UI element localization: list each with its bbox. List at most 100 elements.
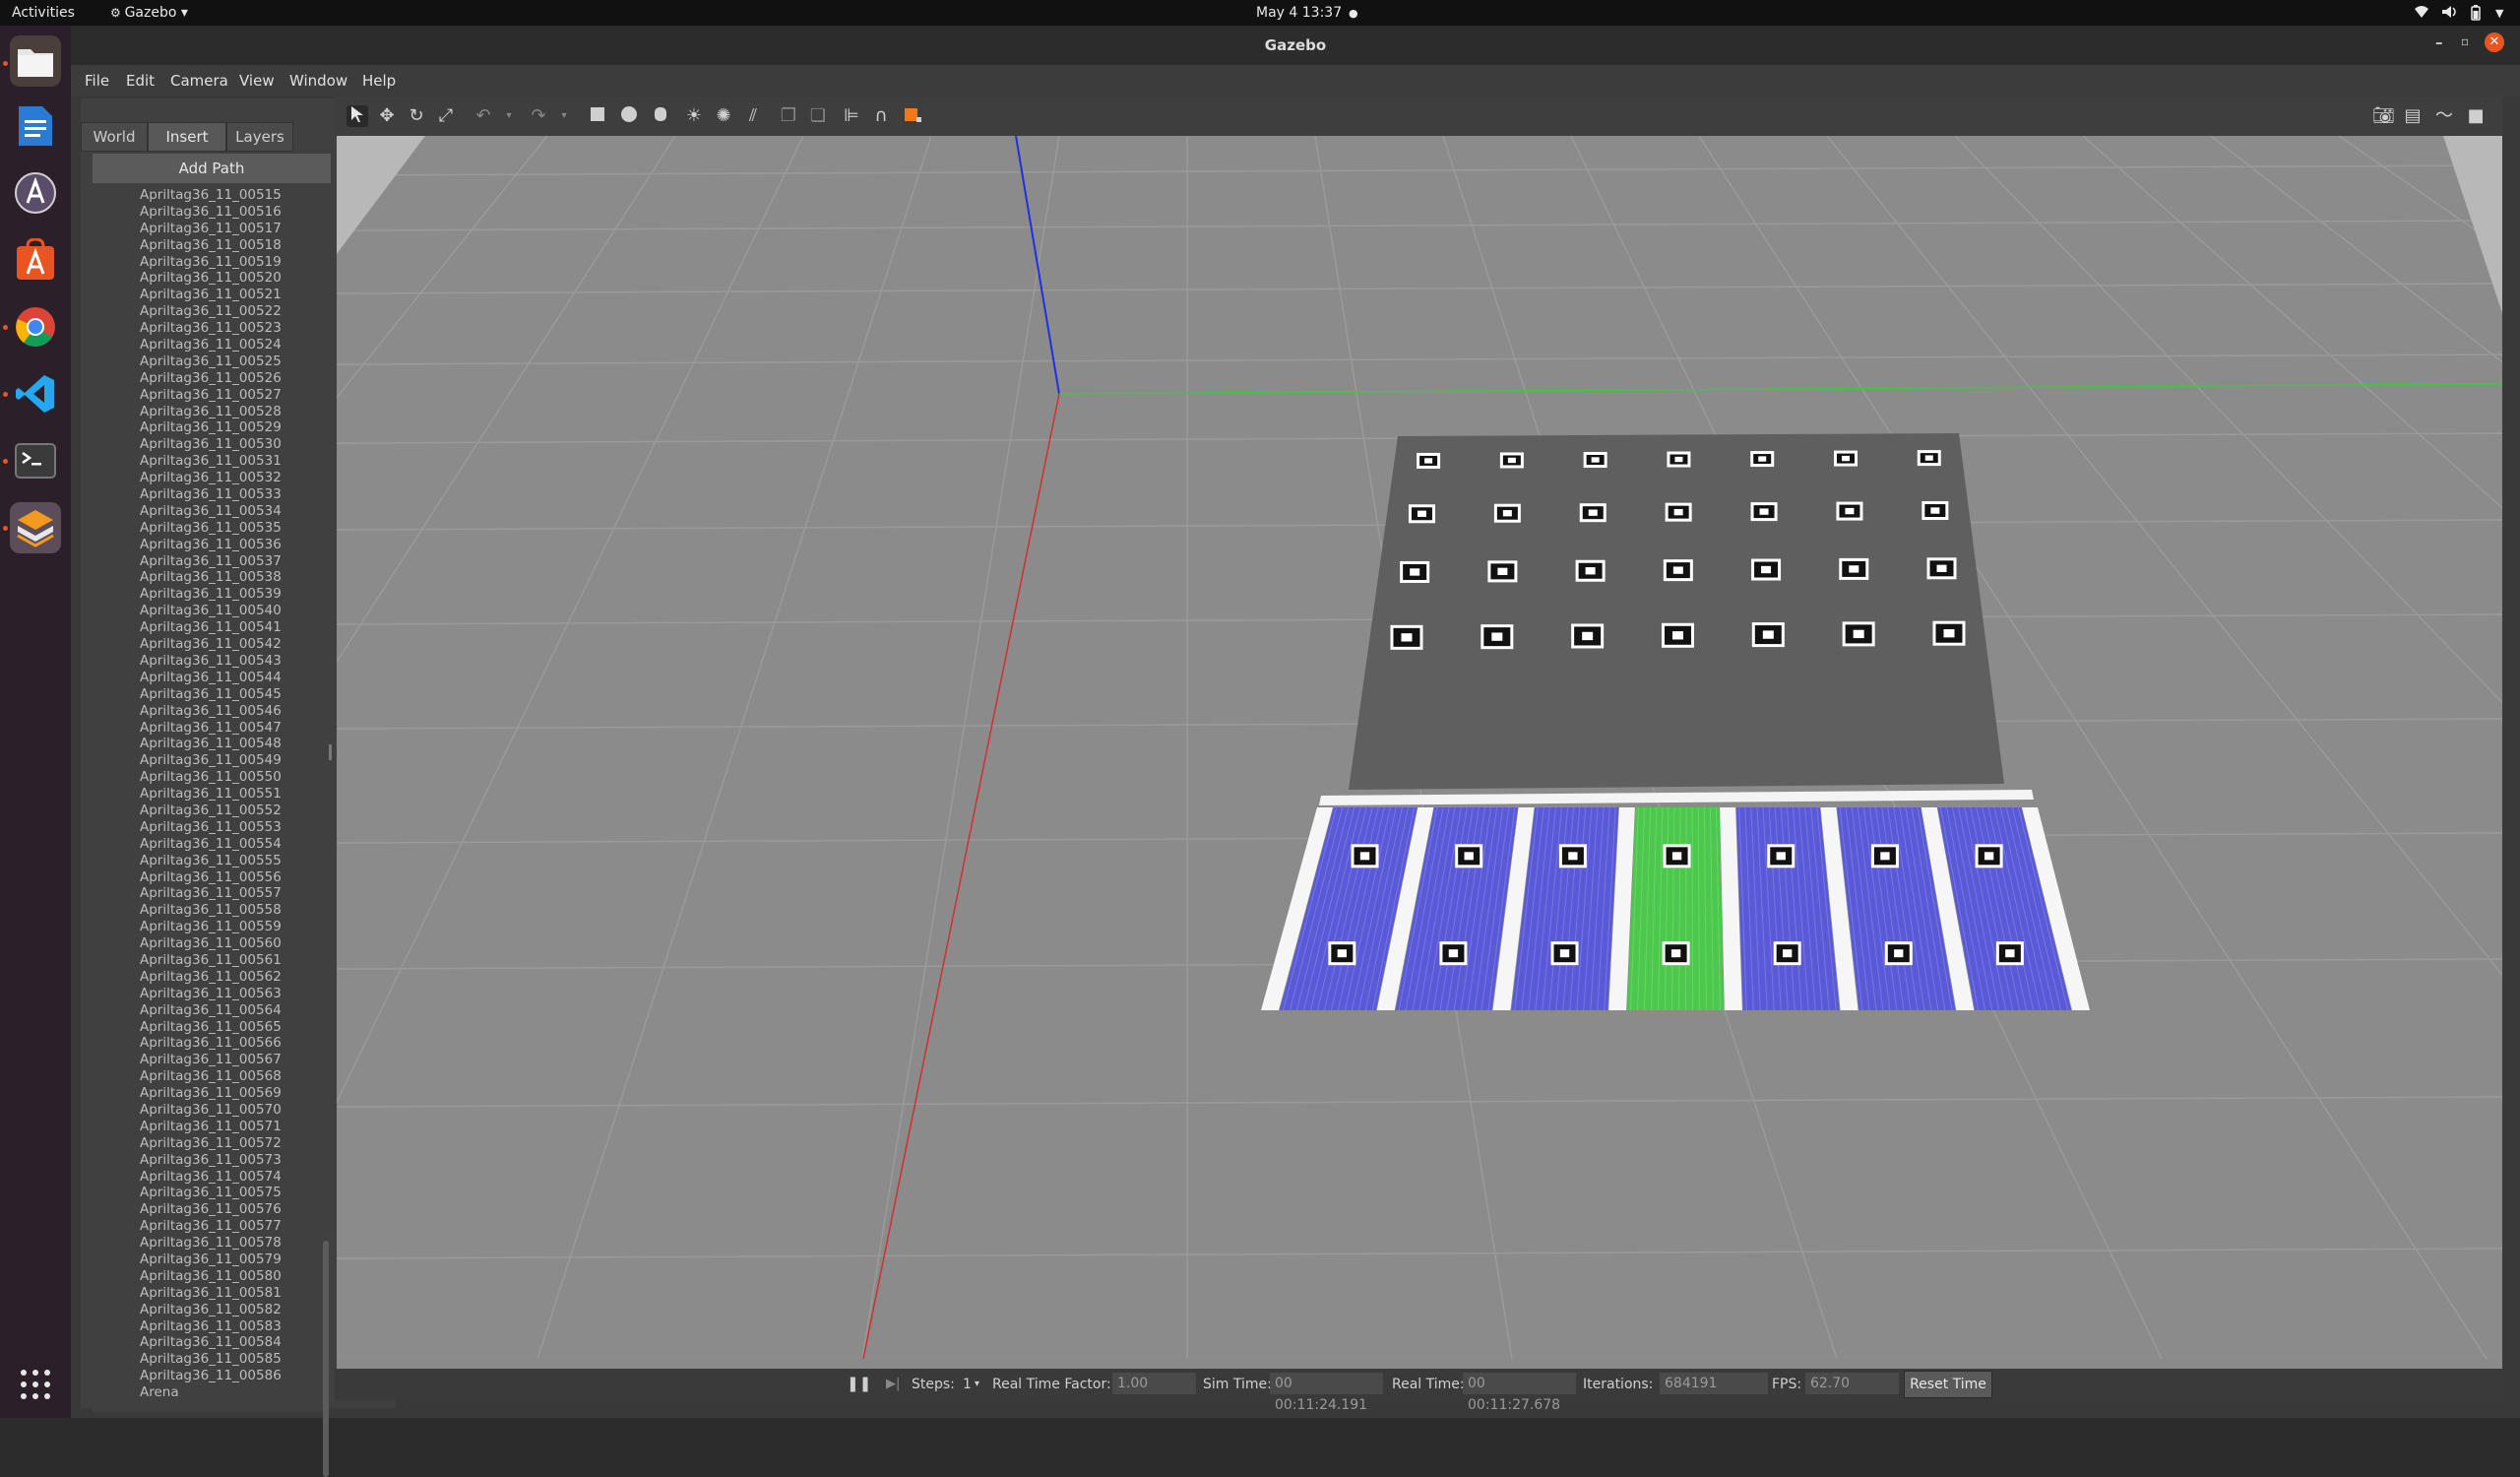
- files-icon[interactable]: [10, 35, 61, 87]
- model-list-item[interactable]: Apriltag36_11_00562: [93, 969, 325, 986]
- apriltag-marker[interactable]: [1871, 844, 1899, 867]
- add-path-button[interactable]: Add Path: [93, 154, 331, 183]
- apriltag-marker[interactable]: [1839, 558, 1868, 580]
- model-list-item[interactable]: Apriltag36_11_00535: [93, 520, 325, 537]
- apriltag-marker[interactable]: [1932, 621, 1965, 646]
- apriltag-marker[interactable]: [1390, 625, 1422, 650]
- apriltag-marker[interactable]: [1580, 503, 1606, 522]
- gazebo-icon[interactable]: [10, 502, 61, 553]
- apriltag-marker[interactable]: [1487, 560, 1517, 582]
- battery-icon[interactable]: [2471, 5, 2481, 25]
- menu-help[interactable]: Help: [362, 72, 396, 90]
- model-list-item[interactable]: Apriltag36_11_00548: [93, 736, 325, 752]
- apriltag-marker[interactable]: [1551, 941, 1579, 965]
- model-list-item[interactable]: Apriltag36_11_00552: [93, 803, 325, 819]
- copy-icon[interactable]: ❐: [778, 105, 799, 127]
- apriltag-marker[interactable]: [1834, 451, 1858, 467]
- model-list-item[interactable]: Apriltag36_11_00545: [93, 686, 325, 703]
- model-list-item[interactable]: Apriltag36_11_00532: [93, 470, 325, 486]
- libreoffice-writer-icon[interactable]: [10, 100, 61, 152]
- apriltag-marker[interactable]: [1774, 941, 1801, 965]
- scale-icon[interactable]: ⤢: [435, 105, 457, 127]
- apriltag-marker[interactable]: [1417, 453, 1440, 469]
- close-icon[interactable]: ✕: [2485, 32, 2504, 52]
- record-video-icon[interactable]: ■: [2465, 105, 2487, 127]
- lane[interactable]: [1627, 807, 1724, 1010]
- apriltag-marker[interactable]: [1352, 844, 1379, 867]
- model-list-item[interactable]: Apriltag36_11_00564: [93, 1002, 325, 1019]
- tab-world[interactable]: World: [81, 122, 148, 152]
- model-list-item[interactable]: Apriltag36_11_00543: [93, 653, 325, 670]
- model-list-item[interactable]: Apriltag36_11_00542: [93, 636, 325, 653]
- redo-dropdown-icon[interactable]: ▾: [553, 105, 575, 127]
- change-view-icon[interactable]: [902, 105, 923, 127]
- tab-layers[interactable]: Layers: [226, 122, 293, 152]
- menu-camera[interactable]: Camera: [170, 72, 228, 90]
- directional-light-icon[interactable]: ⫽: [742, 105, 764, 127]
- apriltag-marker[interactable]: [1480, 624, 1513, 649]
- model-list-item[interactable]: Apriltag36_11_00585: [93, 1351, 325, 1368]
- model-list-item[interactable]: Apriltag36_11_00561: [93, 952, 325, 969]
- model-list-item[interactable]: Apriltag36_11_00515: [93, 187, 325, 204]
- step-icon[interactable]: ▶|: [886, 1377, 900, 1391]
- model-list-item[interactable]: Apriltag36_11_00519: [93, 254, 325, 271]
- align-icon[interactable]: ⊫: [841, 105, 862, 127]
- model-list-item[interactable]: Apriltag36_11_00573: [93, 1152, 325, 1169]
- apriltag-marker[interactable]: [1400, 561, 1429, 583]
- model-list-item[interactable]: Apriltag36_11_00580: [93, 1268, 325, 1285]
- clock[interactable]: May 4 13:37: [1256, 5, 1342, 21]
- vscode-icon[interactable]: [10, 368, 61, 419]
- model-list-item[interactable]: Apriltag36_11_00586: [93, 1368, 325, 1384]
- apriltag-marker[interactable]: [1576, 560, 1606, 582]
- apriltag-marker[interactable]: [1328, 941, 1355, 965]
- steps-value[interactable]: 1: [963, 1377, 972, 1392]
- model-list-item[interactable]: Apriltag36_11_00553: [93, 819, 325, 836]
- model-list-item[interactable]: Apriltag36_11_00556: [93, 869, 325, 886]
- pause-icon[interactable]: ❚❚: [847, 1375, 871, 1392]
- apriltag-marker[interactable]: [1571, 623, 1604, 648]
- apriltag-marker[interactable]: [1439, 941, 1467, 965]
- reset-time-button[interactable]: Reset Time: [1904, 1371, 1992, 1398]
- undo-icon[interactable]: ↶: [472, 105, 494, 127]
- apriltag-marker[interactable]: [1455, 844, 1482, 867]
- menu-view[interactable]: View: [239, 72, 275, 90]
- model-list-item[interactable]: Apriltag36_11_00537: [93, 553, 325, 570]
- cylinder-icon[interactable]: [650, 105, 671, 127]
- title-bar[interactable]: Gazebo – ▫ ✕: [71, 26, 2520, 65]
- model-list-item[interactable]: Apriltag36_11_00538: [93, 569, 325, 586]
- apriltag-marker[interactable]: [1664, 844, 1691, 867]
- point-light-icon[interactable]: ☀: [683, 105, 705, 127]
- apriltag-marker[interactable]: [1663, 941, 1690, 965]
- model-list-item[interactable]: Apriltag36_11_00530: [93, 436, 325, 453]
- select-arrow-icon[interactable]: [346, 105, 368, 127]
- model-list-item[interactable]: Apriltag36_11_00579: [93, 1252, 325, 1268]
- snap-icon[interactable]: ∩: [870, 105, 892, 127]
- model-list-item[interactable]: Apriltag36_11_00575: [93, 1185, 325, 1201]
- model-list-item[interactable]: Apriltag36_11_00526: [93, 370, 325, 387]
- model-list-item[interactable]: Apriltag36_11_00558: [93, 902, 325, 919]
- model-list-item[interactable]: Apriltag36_11_00554: [93, 836, 325, 853]
- model-list-item[interactable]: Apriltag36_11_00572: [93, 1135, 325, 1152]
- model-list[interactable]: Apriltag36_11_00515Apriltag36_11_00516Ap…: [93, 187, 325, 1412]
- chrome-icon[interactable]: [10, 301, 61, 353]
- model-list-item[interactable]: Apriltag36_11_00524: [93, 337, 325, 353]
- model-list-item[interactable]: Apriltag36_11_00527: [93, 387, 325, 404]
- model-list-item[interactable]: Apriltag36_11_00533: [93, 486, 325, 503]
- apriltag-marker[interactable]: [1836, 502, 1862, 521]
- box-icon[interactable]: [587, 105, 608, 127]
- apriltag-marker[interactable]: [1996, 941, 2024, 965]
- show-applications-icon[interactable]: [10, 1359, 61, 1410]
- apriltag-marker[interactable]: [1767, 844, 1795, 867]
- apriltag-marker[interactable]: [1494, 504, 1521, 523]
- model-list-item[interactable]: Apriltag36_11_00550: [93, 769, 325, 786]
- activities-button[interactable]: Activities: [12, 5, 75, 21]
- model-list-item[interactable]: Apriltag36_11_00582: [93, 1302, 325, 1318]
- ubuntu-software-icon[interactable]: [10, 234, 61, 286]
- terminal-icon[interactable]: [10, 435, 61, 486]
- apriltag-marker[interactable]: [1750, 451, 1774, 467]
- model-list-item[interactable]: Apriltag36_11_00529: [93, 419, 325, 436]
- model-list-item[interactable]: Apriltag36_11_00517: [93, 221, 325, 237]
- model-list-item[interactable]: Apriltag36_11_00522: [93, 303, 325, 320]
- apriltag-marker[interactable]: [1666, 503, 1692, 522]
- tab-insert[interactable]: Insert: [148, 122, 226, 152]
